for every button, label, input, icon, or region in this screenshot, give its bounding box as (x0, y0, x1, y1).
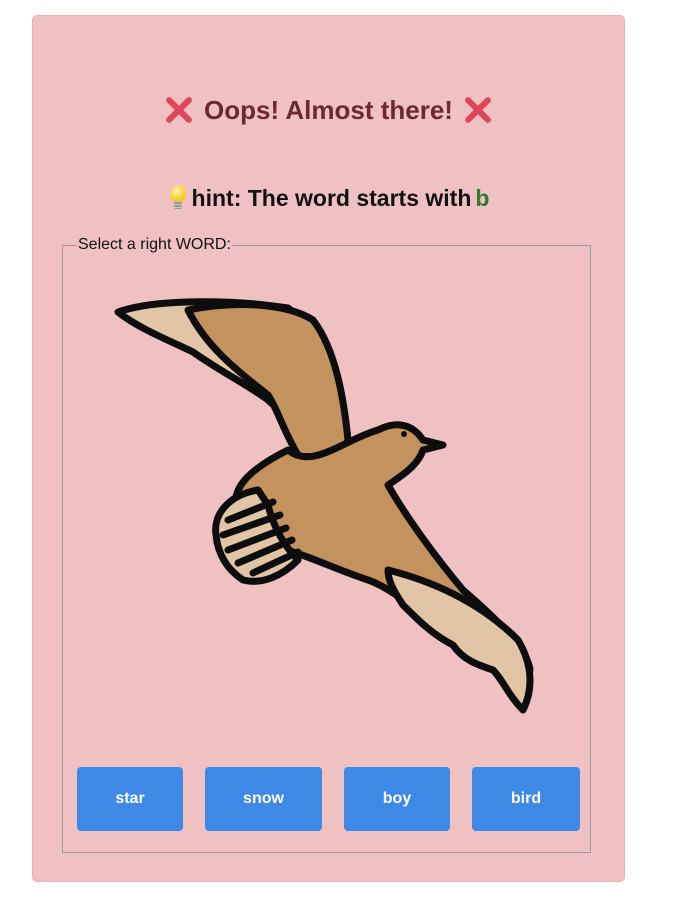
feedback-heading: Oops! Almost there! (33, 90, 624, 130)
answer-button-bird[interactable]: bird (472, 767, 580, 831)
cross-mark-icon (463, 95, 493, 125)
answer-button-star[interactable]: star (77, 767, 183, 831)
word-selection-legend: Select a right WORD: (78, 236, 231, 253)
feedback-title: Oops! Almost there! (204, 94, 453, 125)
answer-options: star snow boy bird (77, 767, 580, 831)
hint-letter: b (475, 184, 490, 211)
answer-button-boy[interactable]: boy (344, 767, 450, 831)
cross-mark-icon (164, 95, 194, 125)
light-bulb-icon (168, 184, 188, 212)
hint-line: hint: The word starts with b (33, 182, 624, 214)
bird-illustration (114, 298, 534, 714)
answer-button-snow[interactable]: snow (205, 767, 322, 831)
hint-text: hint: The word starts with (191, 184, 472, 211)
